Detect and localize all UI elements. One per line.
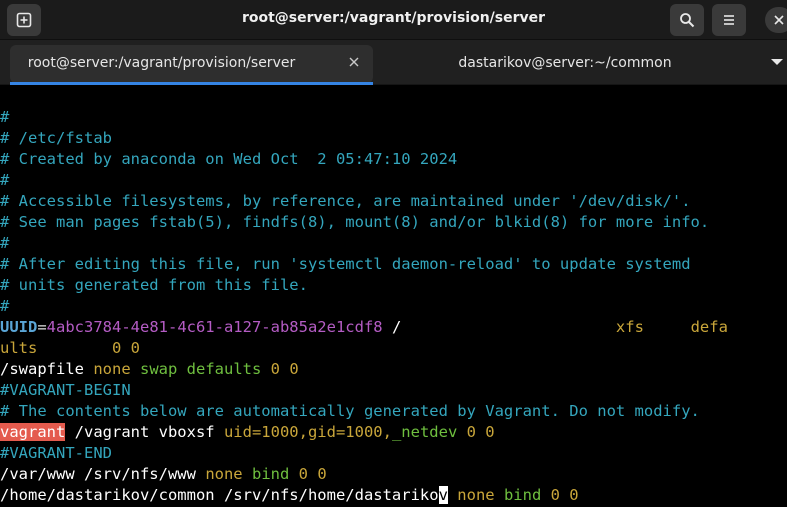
terminal-line: # The contents below are automatically g… [0, 402, 700, 420]
tab-label: dastarikov@server:~/common [458, 55, 672, 71]
terminal-line: # /etc/fstab [0, 129, 112, 147]
terminal-line: /var/www /srv/nfs/www none bind 0 0 [0, 465, 327, 483]
window-title: root@server:/vagrant/provision/server [241, 10, 546, 26]
hamburger-menu-icon [724, 15, 734, 25]
tab-dastarikov-common[interactable]: dastarikov@server:~/common [380, 45, 750, 83]
search-icon [680, 13, 695, 28]
tab-root-server[interactable]: root@server:/vagrant/provision/server [10, 45, 373, 83]
tab-close-button[interactable] [347, 55, 361, 69]
window-close-button[interactable] [765, 7, 787, 33]
terminal-line: # [0, 171, 10, 189]
main-menu-button[interactable] [712, 4, 746, 36]
tab-label: root@server:/vagrant/provision/server [27, 55, 296, 71]
terminal-line: ults 0 0 [0, 339, 140, 357]
terminal-line: UUID=4abc3784-4e81-4c61-a127-ab85a2e1cdf… [0, 318, 728, 336]
terminal-line: # Accessible filesystems, by reference, … [0, 192, 691, 210]
terminal-line: vagrant /vagrant vboxsf uid=1000,gid=100… [0, 423, 495, 441]
terminal-line: # [0, 234, 10, 252]
close-icon [774, 15, 784, 25]
tab-bar: root@server:/vagrant/provision/server da… [0, 40, 787, 85]
terminal-line: /home/dastarikov/common /srv/nfs/home/da… [0, 486, 579, 504]
active-tab-indicator [10, 82, 373, 85]
search-button[interactable] [670, 4, 704, 36]
new-tab-button[interactable] [7, 4, 41, 36]
header-bar: root@server:/vagrant/provision/server [0, 0, 787, 40]
terminal-line: /swapfile none swap defaults 0 0 [0, 360, 299, 378]
close-icon [349, 57, 359, 67]
terminal-line: # [0, 108, 10, 126]
terminal-line: #VAGRANT-END [0, 444, 112, 462]
terminal-line: # Created by anaconda on Wed Oct 2 05:47… [0, 150, 458, 168]
new-tab-icon [16, 12, 32, 28]
terminal-line: # [0, 297, 10, 315]
terminal-line: # After editing this file, run 'systemct… [0, 255, 691, 273]
terminal-line: # See man pages fstab(5), findfs(8), mou… [0, 213, 710, 231]
tab-overflow-dropdown-icon[interactable] [770, 57, 784, 67]
terminal-line: #VAGRANT-BEGIN [0, 381, 131, 399]
terminal-output[interactable]: # # /etc/fstab # Created by anaconda on We… [0, 86, 787, 507]
terminal-line: # units generated from this file. [0, 276, 308, 294]
